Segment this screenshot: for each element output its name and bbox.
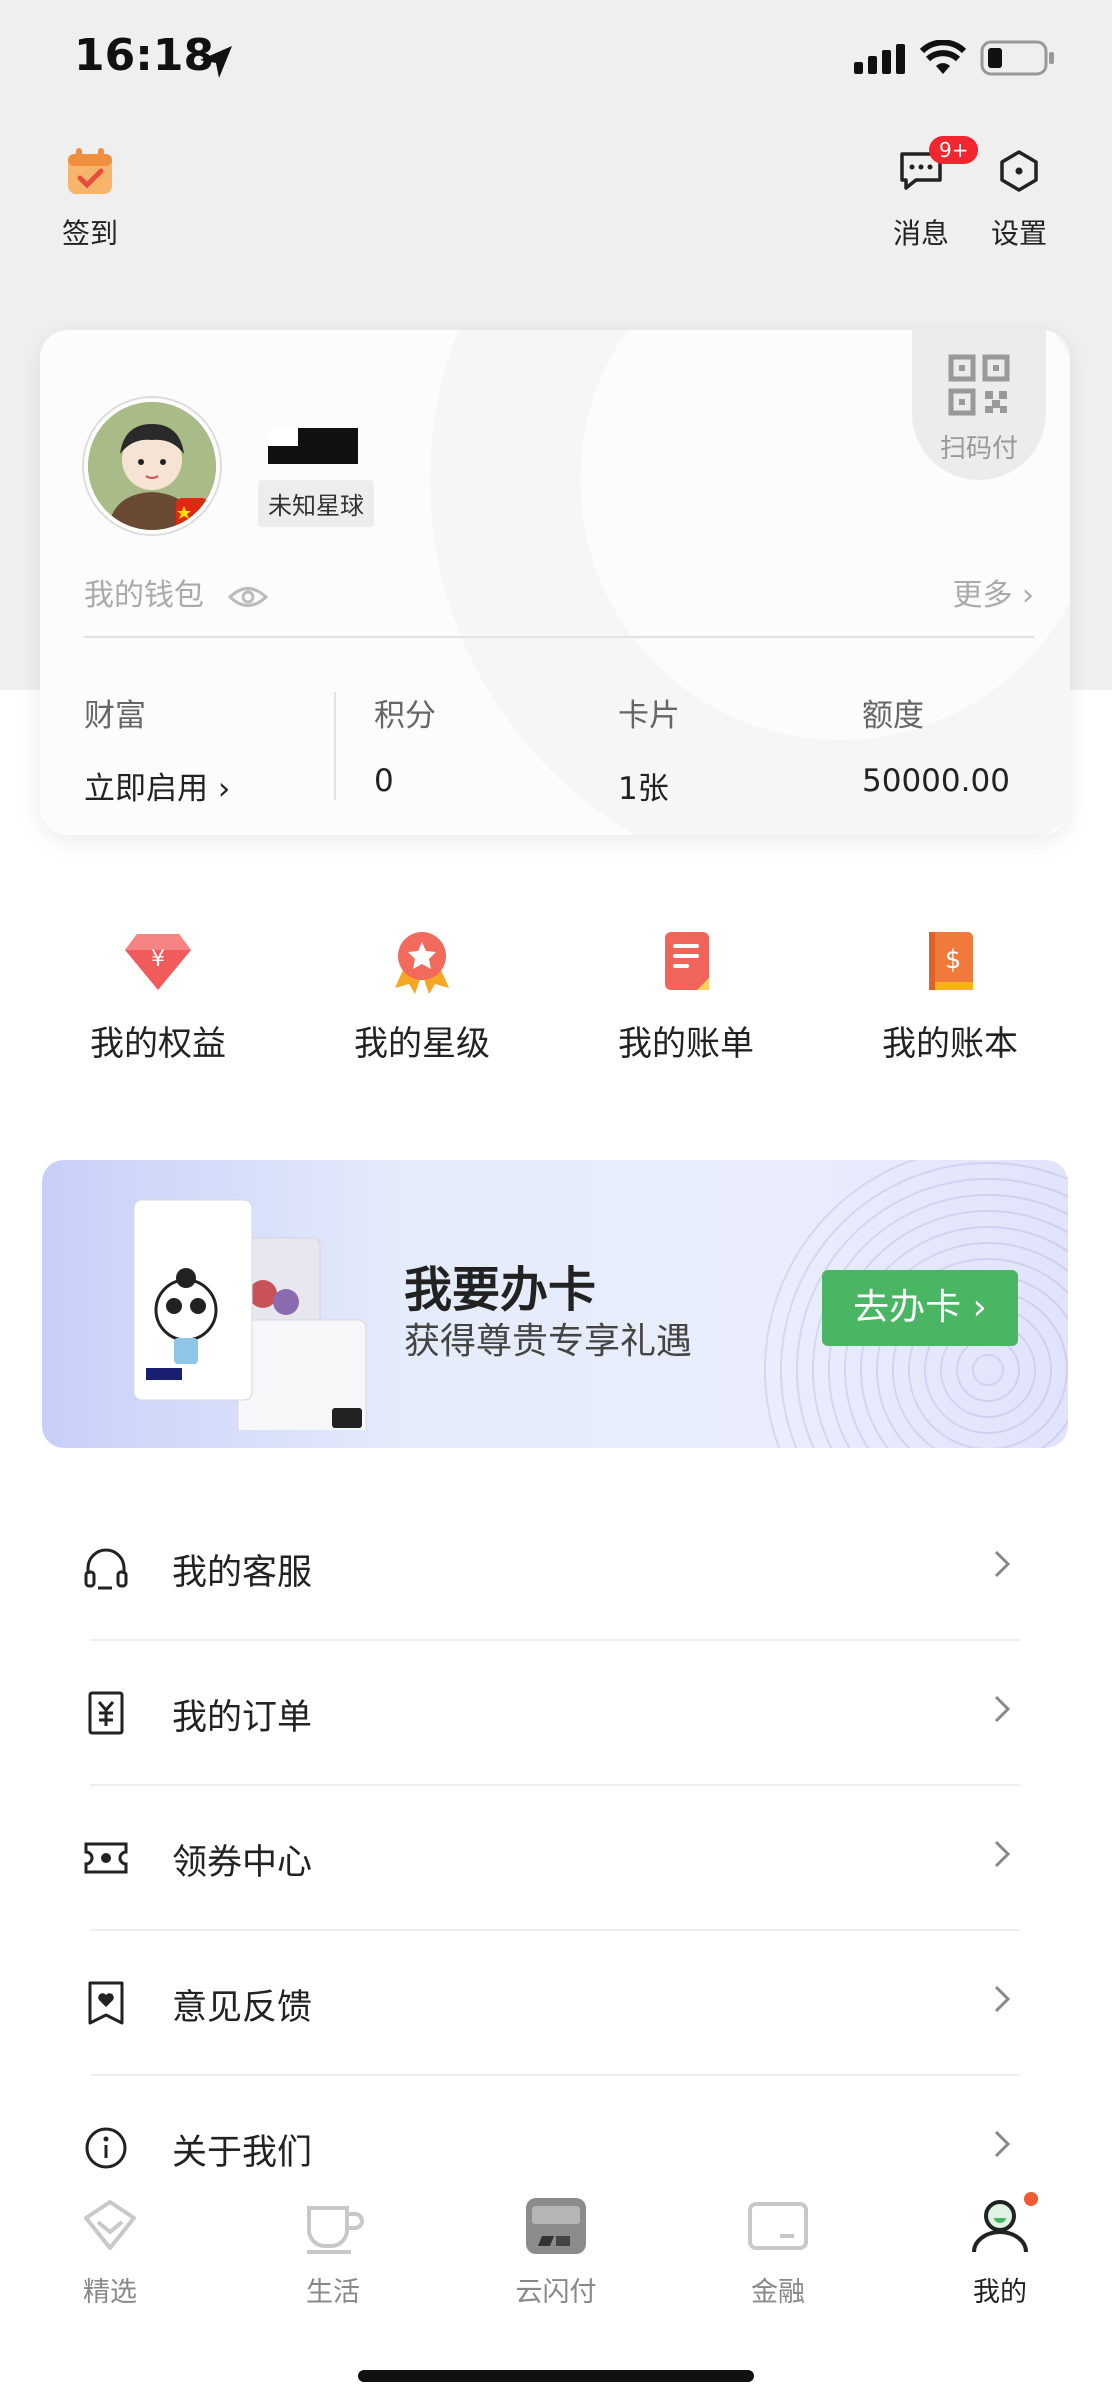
user-tag: 未知星球 — [258, 480, 374, 527]
battery-icon — [980, 40, 1054, 76]
menu-item-label: 我的客服 — [172, 1553, 313, 1593]
profile-icon — [968, 2192, 1038, 2256]
tab-finance[interactable]: 金融 — [698, 2196, 858, 2309]
checkin-button[interactable]: 签到 — [50, 146, 130, 252]
stat-value: 立即启用 › — [84, 771, 231, 807]
eye-icon[interactable] — [227, 584, 268, 610]
ledger-icon: $ — [929, 932, 973, 990]
wallet-label: 我的钱包 — [84, 578, 204, 613]
feedback-icon — [88, 1981, 124, 2025]
menu-item-label: 我的订单 — [172, 1698, 313, 1738]
wallet-more-link[interactable]: 更多 › — [952, 570, 1034, 614]
masked-username-edge — [268, 428, 298, 446]
qr-code-icon — [948, 354, 1010, 416]
my-ledger-entry[interactable]: $ 我的账本 — [850, 930, 1050, 1065]
menu-item-customer-service[interactable]: 我的客服 — [42, 1496, 1068, 1641]
stat-points[interactable]: 积分 0 — [374, 690, 436, 799]
order-icon — [88, 1691, 124, 1735]
svg-text:¥: ¥ — [151, 947, 165, 972]
stat-label: 积分 — [374, 698, 436, 734]
stat-wealth[interactable]: 财富 立即启用 › — [84, 690, 230, 808]
message-badge: 9+ — [929, 136, 979, 164]
profile-card: 未知星球 扫码付 我的钱包 更多 › 财富 立即启用 › 积分 0 卡片 1张 … — [40, 330, 1070, 835]
settings-label: 设置 — [990, 217, 1047, 250]
cloud-quickpass-icon — [524, 2196, 588, 2256]
home-indicator — [358, 2370, 754, 2382]
coupon-icon — [84, 1842, 128, 1874]
signal-icon — [854, 44, 905, 74]
status-time: 16:18 — [74, 30, 215, 81]
stat-value: 50000.00 — [862, 763, 1010, 799]
apply-card-button[interactable]: 去办卡 › — [822, 1270, 1018, 1346]
menu-item-label: 关于我们 — [172, 2133, 313, 2173]
finance-icon — [746, 2196, 810, 2256]
headset-icon — [84, 1548, 128, 1590]
stat-divider — [334, 692, 336, 800]
tab-label: 精选 — [83, 2277, 137, 2308]
messages-label: 消息 — [892, 217, 949, 250]
featured-icon — [78, 2196, 142, 2256]
tab-life[interactable]: 生活 — [253, 2196, 413, 2309]
quick-entry-label: 我的星级 — [354, 1024, 490, 1064]
stat-limit[interactable]: 额度 50000.00 — [862, 690, 1010, 799]
tab-label: 生活 — [306, 2277, 360, 2308]
tab-label: 云闪付 — [515, 2277, 597, 2308]
tab-featured[interactable]: 精选 — [30, 2196, 190, 2309]
my-benefits-entry[interactable]: ¥ 我的权益 — [58, 930, 258, 1065]
message-icon: 9+ — [891, 136, 979, 206]
menu-item-orders[interactable]: 我的订单 — [42, 1641, 1068, 1786]
chevron-right-icon — [994, 1840, 1011, 1868]
scan-pay-label: 扫码付 — [939, 434, 1018, 464]
menu-item-feedback[interactable]: 意见反馈 — [42, 1931, 1068, 2076]
avatar[interactable] — [84, 398, 220, 534]
menu-list: 我的客服 我的订单 领券中心 意见反馈 关于我们 — [42, 1496, 1068, 2176]
star-medal-icon — [395, 932, 449, 994]
stat-value: 1张 — [618, 771, 669, 807]
wifi-icon — [920, 40, 966, 74]
banner-subtitle: 获得尊贵专享礼遇 — [404, 1321, 693, 1362]
checkin-label: 签到 — [61, 217, 118, 250]
wallet-toggle[interactable]: 我的钱包 — [84, 570, 268, 614]
tab-cloud-quickpass[interactable]: 云闪付 — [476, 2196, 636, 2309]
quick-entry-label: 我的权益 — [90, 1024, 226, 1064]
credit-cards-image — [133, 1199, 367, 1430]
stat-cards[interactable]: 卡片 1张 — [618, 690, 680, 808]
quick-entry-label: 我的账单 — [618, 1024, 754, 1064]
messages-button[interactable]: 9+ 消息 — [886, 136, 979, 252]
svg-text:$: $ — [945, 945, 962, 975]
bill-icon — [665, 932, 709, 990]
stat-value: 0 — [374, 763, 394, 799]
banner-title: 我要办卡 — [404, 1262, 597, 1318]
menu-item-label: 领券中心 — [172, 1843, 313, 1883]
gem-icon: ¥ — [125, 934, 191, 990]
quick-entry-label: 我的账本 — [882, 1024, 1018, 1064]
scan-pay-button[interactable]: 扫码付 — [912, 330, 1046, 480]
tab-mine[interactable]: 我的 — [920, 2192, 1080, 2309]
stat-label: 额度 — [862, 698, 924, 734]
my-star-level-entry[interactable]: 我的星级 — [322, 930, 522, 1065]
settings-button[interactable]: 设置 — [984, 146, 1054, 252]
stat-label: 卡片 — [618, 698, 680, 734]
calendar-check-icon — [60, 146, 120, 206]
card-divider — [84, 636, 1034, 638]
chevron-right-icon — [994, 1695, 1011, 1723]
menu-item-coupons[interactable]: 领券中心 — [42, 1786, 1068, 1931]
chevron-right-icon — [994, 2130, 1011, 2158]
menu-item-label: 意见反馈 — [172, 1988, 313, 2028]
cup-icon — [301, 2196, 365, 2256]
my-bills-entry[interactable]: 我的账单 — [586, 930, 786, 1065]
info-icon — [85, 2127, 127, 2169]
settings-hexagon-icon — [989, 146, 1049, 206]
chevron-right-icon — [994, 1550, 1011, 1578]
location-arrow-icon — [200, 46, 232, 78]
apply-card-banner[interactable]: 我要办卡 获得尊贵专享礼遇 去办卡 › — [42, 1160, 1068, 1448]
chevron-right-icon — [994, 1985, 1011, 2013]
notification-dot — [1024, 2192, 1038, 2206]
tab-label: 金融 — [751, 2277, 805, 2308]
tab-label: 我的 — [973, 2277, 1027, 2308]
stat-label: 财富 — [84, 698, 146, 734]
